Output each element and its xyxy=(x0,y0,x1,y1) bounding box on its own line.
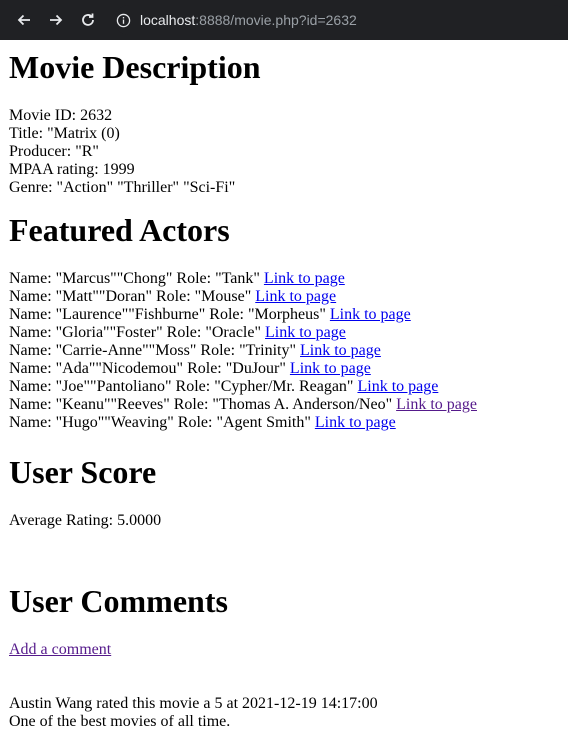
actor-row: Name: "Ada""Nicodemou" Role: "DuJour" Li… xyxy=(9,360,559,378)
actor-row: Name: "Matt""Doran" Role: "Mouse" Link t… xyxy=(9,288,559,306)
comment-item: Austin Wang rated this movie a 5 at 2021… xyxy=(9,695,559,731)
actor-info: Name: "Carrie-Anne""Moss" Role: "Trinity… xyxy=(9,342,297,359)
actor-info: Name: "Hugo""Weaving" Role: "Agent Smith… xyxy=(9,414,311,431)
browser-toolbar: localhost:8888/movie.php?id=2632 xyxy=(0,0,568,40)
movie-producer: Producer: "R" xyxy=(9,143,99,160)
comment-body: One of the best movies of all time. xyxy=(9,713,231,730)
actor-row: Name: "Joe""Pantoliano" Role: "Cypher/Mr… xyxy=(9,378,559,396)
reload-icon[interactable] xyxy=(78,10,98,30)
add-comment-link[interactable]: Add a comment xyxy=(9,641,111,658)
actor-list: Name: "Marcus""Chong" Role: "Tank" Link … xyxy=(9,270,559,432)
address-bar[interactable]: localhost:8888/movie.php?id=2632 xyxy=(114,5,568,35)
url-path: :8888/movie.php?id=2632 xyxy=(195,12,357,28)
url-host: localhost xyxy=(140,12,196,28)
actor-link[interactable]: Link to page xyxy=(264,270,345,287)
movie-description-heading: Movie Description xyxy=(9,49,261,85)
actor-row: Name: "Hugo""Weaving" Role: "Agent Smith… xyxy=(9,414,559,432)
actor-info: Name: "Ada""Nicodemou" Role: "DuJour" xyxy=(9,360,286,377)
actor-info: Name: "Joe""Pantoliano" Role: "Cypher/Mr… xyxy=(9,378,354,395)
movie-title: Title: "Matrix (0) xyxy=(9,125,120,142)
actor-row: Name: "Laurence""Fishburne" Role: "Morph… xyxy=(9,306,559,324)
actor-row: Name: "Marcus""Chong" Role: "Tank" Link … xyxy=(9,270,559,288)
actor-row: Name: "Carrie-Anne""Moss" Role: "Trinity… xyxy=(9,342,559,360)
user-comments-heading: User Comments xyxy=(9,583,228,619)
comment-meta: Austin Wang rated this movie a 5 at 2021… xyxy=(9,695,378,712)
page-content: Movie Description Movie ID: 2632 Title: … xyxy=(0,49,568,731)
actor-info: Name: "Keanu""Reeves" Role: "Thomas A. A… xyxy=(9,396,393,413)
actor-link[interactable]: Link to page xyxy=(300,342,381,359)
actor-link[interactable]: Link to page xyxy=(330,306,411,323)
featured-actors-heading: Featured Actors xyxy=(9,212,230,248)
user-score-heading: User Score xyxy=(9,454,157,490)
actor-link[interactable]: Link to page xyxy=(315,414,396,431)
actor-info: Name: "Laurence""Fishburne" Role: "Morph… xyxy=(9,306,326,323)
actor-link[interactable]: Link to page xyxy=(265,324,346,341)
back-arrow-icon[interactable] xyxy=(14,10,34,30)
movie-genre: Genre: "Action" "Thriller" "Sci-Fi" xyxy=(9,179,236,196)
actor-link[interactable]: Link to page xyxy=(396,396,477,413)
actor-info: Name: "Matt""Doran" Role: "Mouse" xyxy=(9,288,252,305)
actor-link[interactable]: Link to page xyxy=(357,378,438,395)
actor-row: Name: "Keanu""Reeves" Role: "Thomas A. A… xyxy=(9,396,559,414)
movie-mpaa-rating: MPAA rating: 1999 xyxy=(9,161,135,178)
movie-id: Movie ID: 2632 xyxy=(9,107,113,124)
actor-info: Name: "Marcus""Chong" Role: "Tank" xyxy=(9,270,260,287)
actor-info: Name: "Gloria""Foster" Role: "Oracle" xyxy=(9,324,262,341)
actor-row: Name: "Gloria""Foster" Role: "Oracle" Li… xyxy=(9,324,559,342)
forward-arrow-icon[interactable] xyxy=(46,10,66,30)
info-icon[interactable] xyxy=(114,11,132,29)
average-rating: Average Rating: 5.0000 xyxy=(9,512,162,529)
actor-link[interactable]: Link to page xyxy=(255,288,336,305)
actor-link[interactable]: Link to page xyxy=(290,360,371,377)
